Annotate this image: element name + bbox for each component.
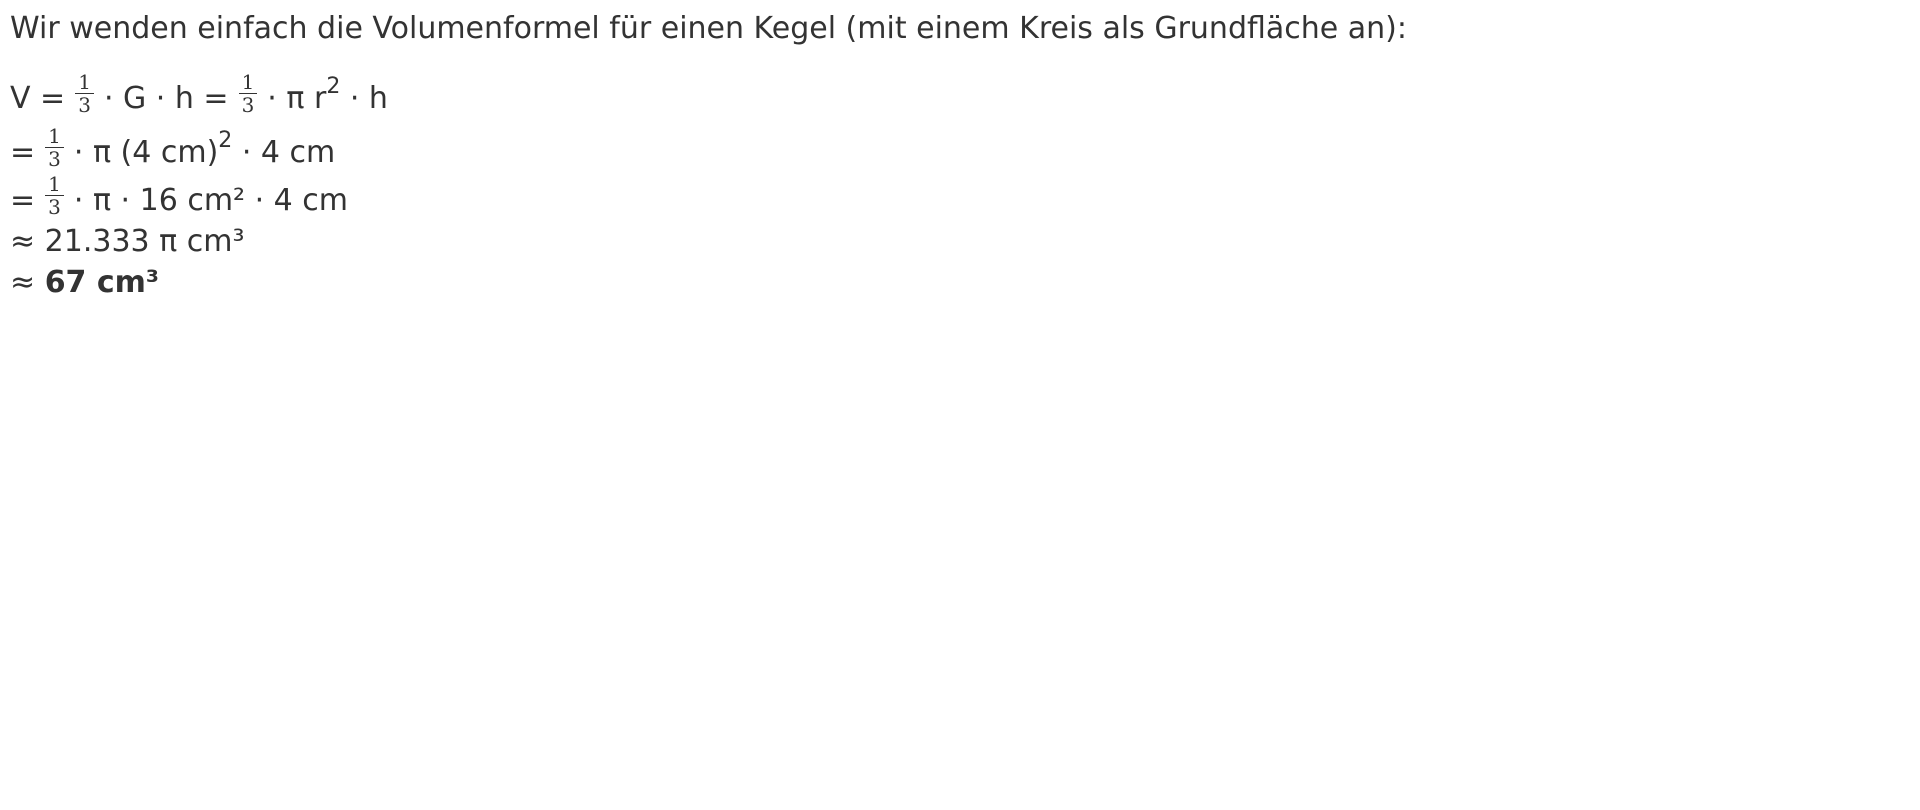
formula-line-3: = 1 3 · π · 16 cm² · 4 cm [10, 174, 349, 223]
fraction-numerator: 1 [238, 72, 258, 94]
intro-sentence: Wir wenden einfach die Volumenformel für… [10, 11, 1407, 46]
exponent: 2 [218, 128, 233, 153]
fraction-denominator: 3 [241, 93, 255, 117]
formula-text: = [10, 135, 36, 170]
formula-text: · G · h = [103, 81, 229, 116]
fraction-numerator: 1 [75, 72, 94, 94]
fraction-denominator: 3 [48, 195, 61, 219]
formula-text: · π r [267, 81, 327, 116]
formula-text: = [10, 183, 36, 218]
formula-result-line: ≈ 67 cm³ [10, 265, 159, 300]
formula-text: · π (4 cm) [73, 135, 219, 170]
exponent: 2 [326, 74, 341, 99]
formula-text: · h [340, 81, 388, 116]
approx-prefix: ≈ [10, 265, 45, 300]
formula-text: V = [10, 81, 66, 116]
final-result: 67 cm³ [44, 265, 160, 300]
fraction-one-third: 13 [45, 174, 64, 217]
formula-line-1: V = 1 3 · G · h = 1 3 · π r2 · h [10, 72, 388, 121]
fraction-denominator: 3 [78, 93, 91, 117]
formula-line-2: = 1 3 · π (4 cm)2 · 4 cm [10, 126, 336, 175]
fraction-one-third: 13 [75, 72, 94, 115]
fraction-one-third: 13 [238, 72, 258, 117]
fraction-numerator: 1 [45, 126, 64, 148]
fraction-denominator: 3 [48, 147, 61, 171]
formula-text: · 4 cm [232, 135, 336, 170]
fraction-one-third: 13 [45, 126, 64, 169]
formula-text: · π · 16 cm² · 4 cm [73, 183, 349, 218]
formula-line-4: ≈ 21.333 π cm³ [10, 224, 245, 259]
fraction-numerator: 1 [45, 174, 64, 196]
